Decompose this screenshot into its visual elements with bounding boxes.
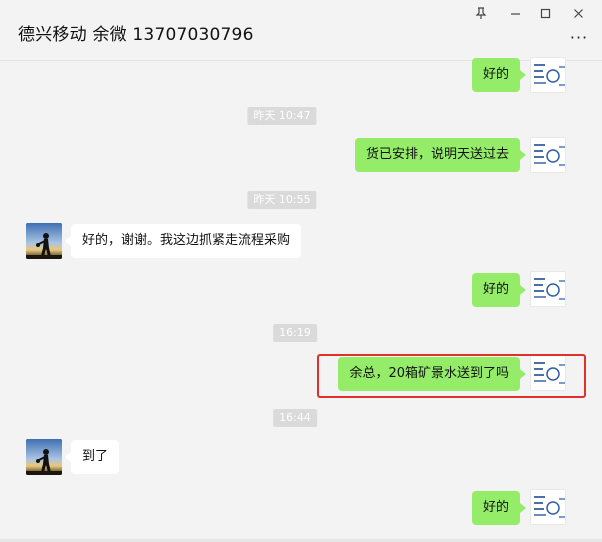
my-message-bubble[interactable]: 好的 bbox=[471, 491, 527, 525]
timestamp: 昨天 10:47 bbox=[247, 107, 317, 125]
contact-message-bubble[interactable]: 到了 bbox=[64, 440, 120, 474]
timestamp: 16:44 bbox=[273, 409, 317, 427]
my-avatar[interactable] bbox=[530, 57, 566, 93]
highlight-annotation-box bbox=[317, 354, 586, 398]
company-logo-avatar-icon bbox=[534, 278, 565, 300]
my-message-bubble[interactable]: 好的 bbox=[471, 273, 527, 307]
minimize-button[interactable] bbox=[503, 4, 527, 22]
my-message-bubble[interactable]: 货已安排，说明天送过去 bbox=[354, 138, 527, 172]
maximize-icon bbox=[540, 8, 550, 18]
pin-icon bbox=[475, 6, 487, 19]
silhouette-avatar-icon bbox=[26, 223, 62, 259]
my-avatar[interactable] bbox=[530, 271, 566, 307]
maximize-button[interactable] bbox=[533, 4, 557, 22]
silhouette-avatar-icon bbox=[26, 439, 62, 475]
my-message-bubble[interactable]: 好的 bbox=[471, 58, 527, 92]
chat-window: 德兴移动 余微 13707030796 ··· 好的 昨天 10:47 货已安排… bbox=[0, 0, 602, 542]
timestamp: 昨天 10:55 bbox=[247, 191, 317, 209]
company-logo-avatar-icon bbox=[534, 496, 565, 518]
title-bar: 德兴移动 余微 13707030796 ··· bbox=[0, 0, 602, 61]
chat-title: 德兴移动 余微 13707030796 bbox=[18, 25, 254, 45]
minimize-icon bbox=[510, 12, 520, 15]
close-button[interactable] bbox=[566, 4, 590, 22]
my-avatar[interactable] bbox=[530, 137, 566, 173]
pin-button[interactable] bbox=[469, 4, 493, 22]
close-icon bbox=[573, 8, 583, 18]
company-logo-avatar-icon bbox=[534, 144, 565, 166]
company-logo-avatar-icon bbox=[534, 64, 565, 86]
contact-message-bubble[interactable]: 好的，谢谢。我这边抓紧走流程采购 bbox=[64, 224, 302, 258]
more-options-button[interactable]: ··· bbox=[568, 27, 590, 47]
my-avatar[interactable] bbox=[530, 489, 566, 525]
contact-avatar[interactable] bbox=[26, 439, 62, 475]
timestamp: 16:19 bbox=[273, 324, 317, 342]
contact-avatar[interactable] bbox=[26, 223, 62, 259]
more-icon: ··· bbox=[569, 27, 589, 47]
message-list[interactable]: 好的 昨天 10:47 货已安排，说明天送过去 昨天 10:55 好的，谢谢。我… bbox=[0, 57, 602, 542]
